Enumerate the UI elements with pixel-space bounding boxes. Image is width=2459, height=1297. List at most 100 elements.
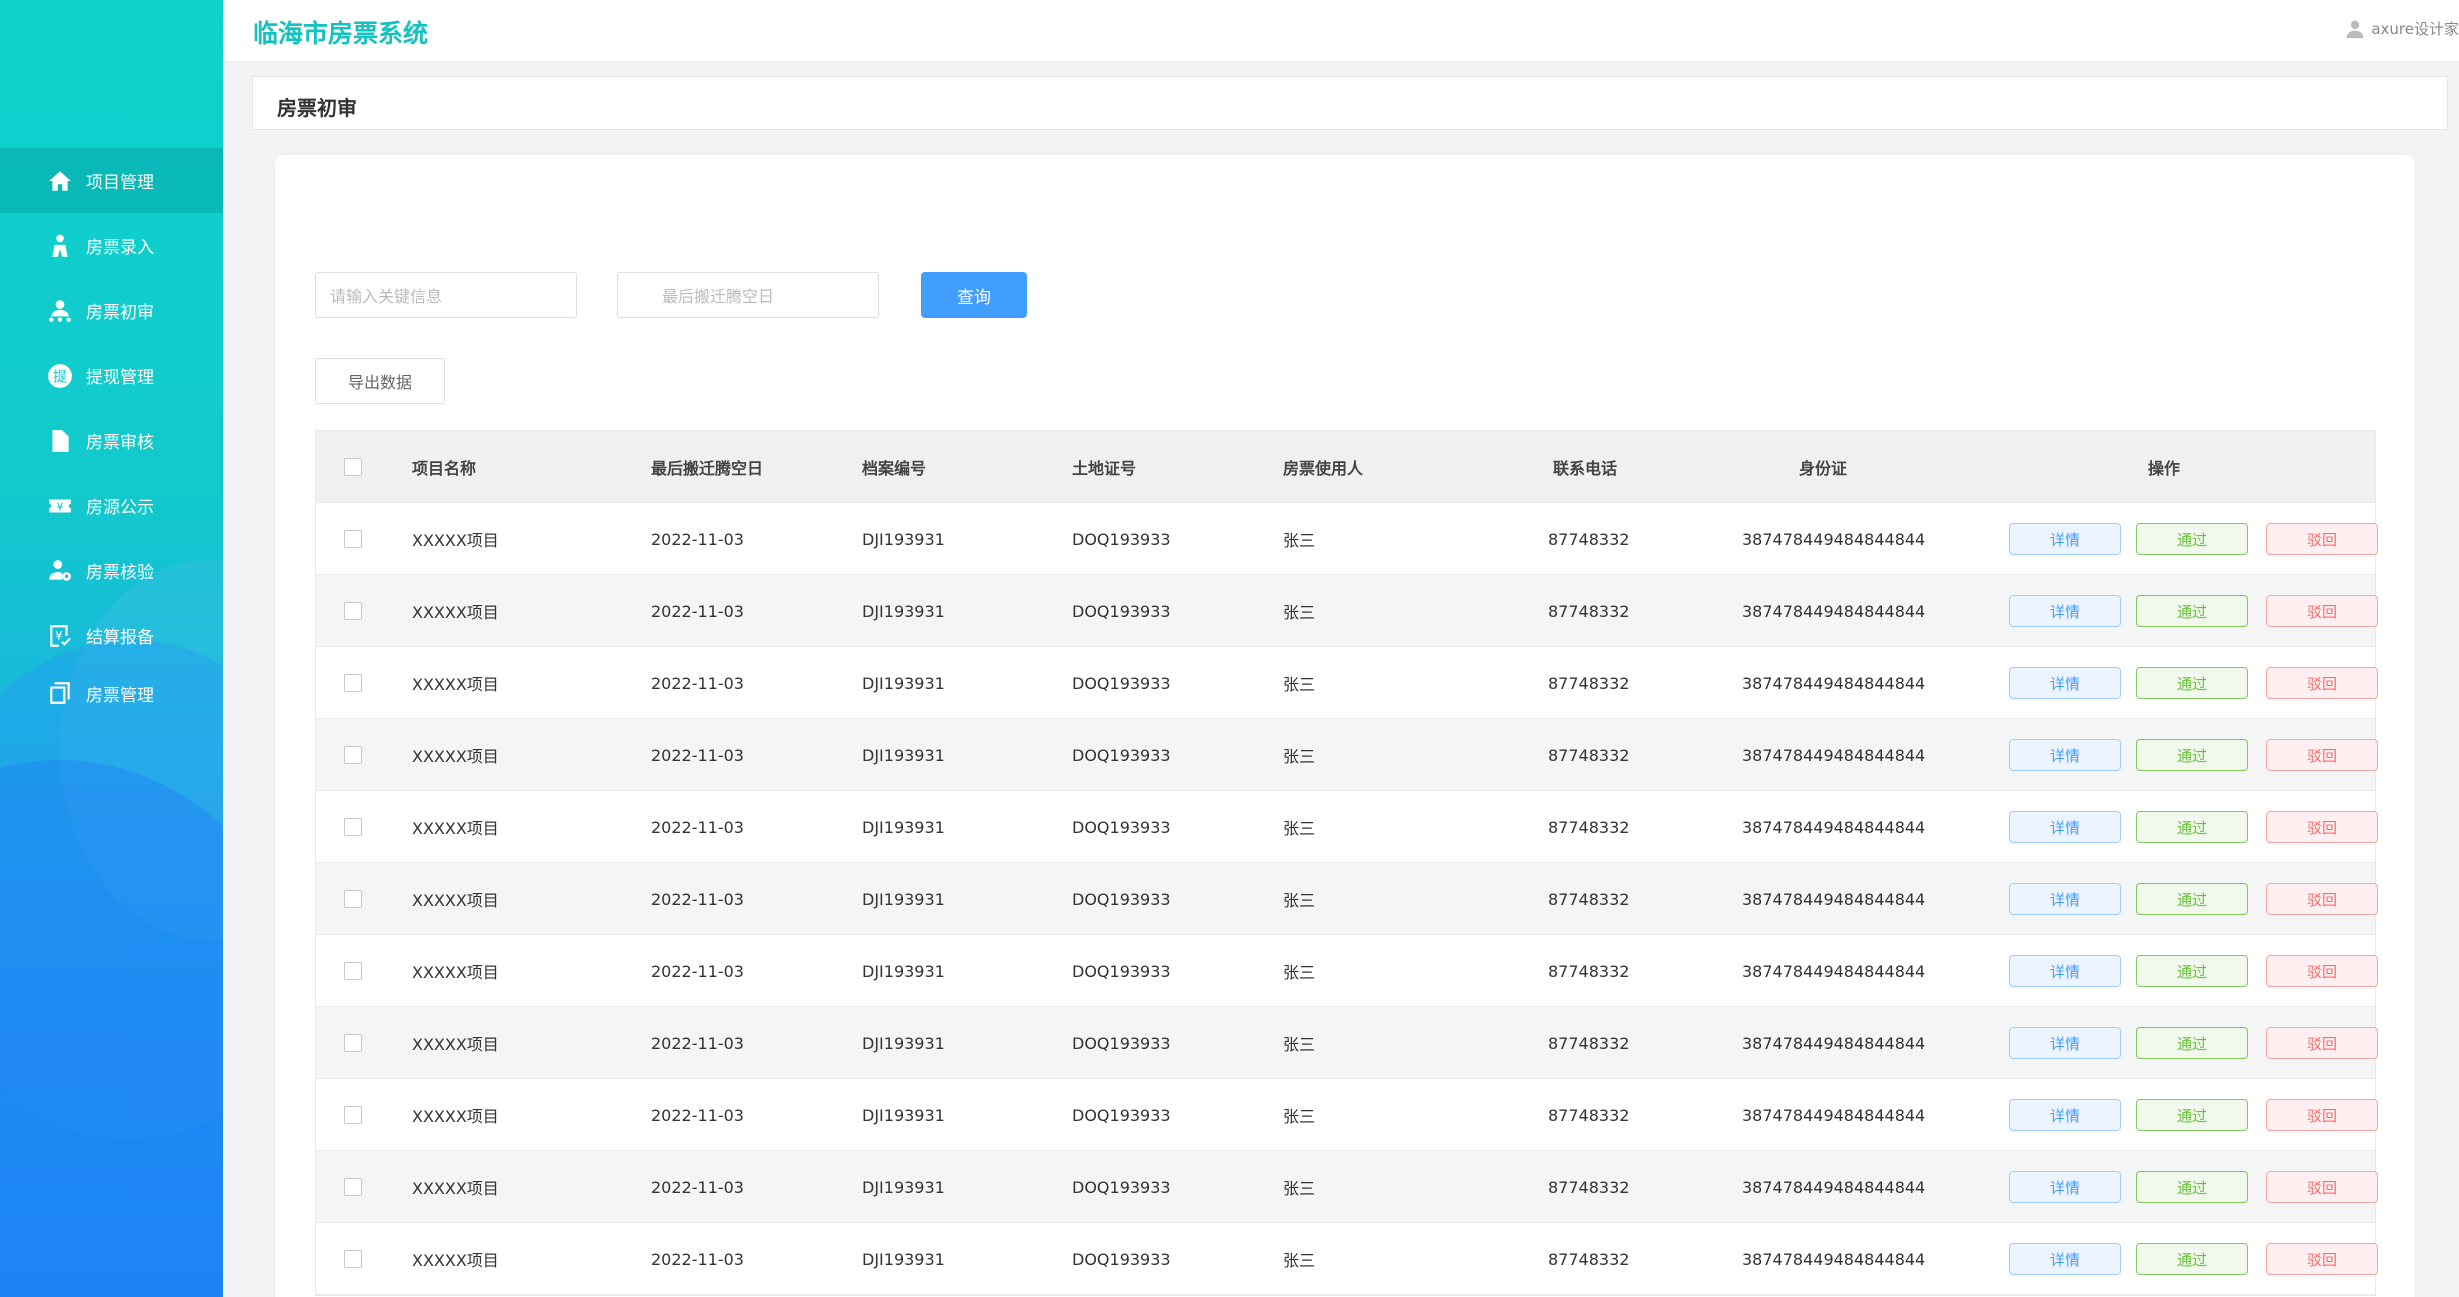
reject-button[interactable]: 驳回 (2266, 1243, 2378, 1275)
sidebar-item-withdraw-management[interactable]: 提 提现管理 (0, 343, 223, 408)
detail-button[interactable]: 详情 (2009, 811, 2121, 843)
cell-archive: DJI193931 (862, 1177, 945, 1197)
row-checkbox[interactable] (344, 602, 362, 620)
pass-button[interactable]: 通过 (2136, 1243, 2248, 1275)
content-card: 请输入关键信息 最后搬迁腾空日 查询 导出数据 项目名称 最后搬迁腾空日 档案编… (275, 155, 2415, 1297)
sidebar-item-ticket-entry[interactable]: 房票录入 (0, 213, 223, 278)
reject-button[interactable]: 驳回 (2266, 667, 2378, 699)
cell-id: 387478449484844844 (1742, 1177, 1926, 1197)
reject-button[interactable]: 驳回 (2266, 883, 2378, 915)
detail-button[interactable]: 详情 (2009, 883, 2121, 915)
sidebar-item-ticket-management[interactable]: 房票管理 (0, 668, 223, 718)
withdraw-icon: 提 (46, 362, 74, 390)
cell-project: XXXXX项目 (412, 1107, 499, 1126)
sidebar-item-ticket-audit[interactable]: 房票审核 (0, 408, 223, 473)
detail-button[interactable]: 详情 (2009, 955, 2121, 987)
cell-land: DOQ193933 (1072, 1033, 1171, 1053)
date-picker-input[interactable]: 最后搬迁腾空日 (617, 272, 879, 318)
query-button[interactable]: 查询 (921, 272, 1027, 318)
detail-button[interactable]: 详情 (2009, 1171, 2121, 1203)
detail-button[interactable]: 详情 (2009, 1243, 2121, 1275)
cell-date: 2022-11-03 (651, 1105, 744, 1125)
reject-button[interactable]: 驳回 (2266, 1171, 2378, 1203)
sidebar-item-housing-publicity[interactable]: ¥ 房源公示 (0, 473, 223, 538)
reject-button[interactable]: 驳回 (2266, 811, 2378, 843)
row-checkbox[interactable] (344, 818, 362, 836)
cell-user: 张三 (1283, 603, 1316, 622)
row-checkbox[interactable] (344, 1250, 362, 1268)
row-select-cell (344, 575, 362, 647)
cell-phone: 87748332 (1548, 601, 1630, 621)
pass-button[interactable]: 通过 (2136, 739, 2248, 771)
row-select-cell (344, 503, 362, 575)
detail-button[interactable]: 详情 (2009, 667, 2121, 699)
cell-date: 2022-11-03 (651, 1033, 744, 1053)
row-checkbox[interactable] (344, 674, 362, 692)
row-checkbox[interactable] (344, 1106, 362, 1124)
table-row: XXXXX项目 2022-11-03 DJI193931 DOQ193933 张三 877… (316, 935, 2378, 1007)
sidebar: 项目管理 房票录入 房票初审 提 提现管理 房票审核 ¥ 房源公示 房票核验 ¥… (0, 0, 223, 1297)
page-title-bar: 房票初审 (252, 76, 2448, 130)
sidebar-item-label: 房票初审 (86, 303, 154, 323)
select-all-checkbox[interactable] (344, 458, 362, 476)
column-header-id: 身份证 (1799, 459, 1848, 478)
row-checkbox[interactable] (344, 1178, 362, 1196)
column-header-actions: 操作 (2148, 459, 2181, 478)
sidebar-item-settlement-report[interactable]: ¥ 结算报备 (0, 603, 223, 668)
export-data-button[interactable]: 导出数据 (315, 358, 445, 404)
reject-button[interactable]: 驳回 (2266, 739, 2378, 771)
reject-button[interactable]: 驳回 (2266, 595, 2378, 627)
row-checkbox[interactable] (344, 746, 362, 764)
reject-button[interactable]: 驳回 (2266, 523, 2378, 555)
pass-button[interactable]: 通过 (2136, 955, 2248, 987)
row-checkbox[interactable] (344, 890, 362, 908)
cell-project: XXXXX项目 (412, 963, 499, 982)
detail-button[interactable]: 详情 (2009, 595, 2121, 627)
table-row: XXXXX项目 2022-11-03 DJI193931 DOQ193933 张三 877… (316, 863, 2378, 935)
person-tie-icon (46, 232, 74, 260)
row-checkbox[interactable] (344, 1034, 362, 1052)
date-placeholder: 最后搬迁腾空日 (662, 287, 775, 306)
cell-project: XXXXX项目 (412, 603, 499, 622)
cell-project: XXXXX项目 (412, 819, 499, 838)
sidebar-item-ticket-verification[interactable]: 房票核验 (0, 538, 223, 603)
pass-button[interactable]: 通过 (2136, 883, 2248, 915)
cell-user: 张三 (1283, 747, 1316, 766)
pass-button[interactable]: 通过 (2136, 1099, 2248, 1131)
cell-date: 2022-11-03 (651, 1249, 744, 1269)
row-select-cell (344, 1079, 362, 1151)
pass-button[interactable]: 通过 (2136, 595, 2248, 627)
cell-land: DOQ193933 (1072, 601, 1171, 621)
ticket-table: 项目名称 最后搬迁腾空日 档案编号 土地证号 房票使用人 联系电话 身份证 操作… (315, 430, 2378, 1296)
pass-button[interactable]: 通过 (2136, 667, 2248, 699)
cell-phone: 87748332 (1548, 745, 1630, 765)
pass-button[interactable]: 通过 (2136, 523, 2248, 555)
sidebar-item-ticket-preliminary-review[interactable]: 房票初审 (0, 278, 223, 343)
reject-button[interactable]: 驳回 (2266, 955, 2378, 987)
reject-button[interactable]: 驳回 (2266, 1099, 2378, 1131)
sidebar-menu: 项目管理 房票录入 房票初审 提 提现管理 房票审核 ¥ 房源公示 房票核验 ¥… (0, 148, 223, 718)
cell-archive: DJI193931 (862, 889, 945, 909)
cell-project: XXXXX项目 (412, 1251, 499, 1270)
pass-button[interactable]: 通过 (2136, 1027, 2248, 1059)
sidebar-item-project-management[interactable]: 项目管理 (0, 148, 223, 213)
cell-user: 张三 (1283, 1107, 1316, 1126)
detail-button[interactable]: 详情 (2009, 1027, 2121, 1059)
detail-button[interactable]: 详情 (2009, 523, 2121, 555)
cell-id: 387478449484844844 (1742, 745, 1926, 765)
row-checkbox[interactable] (344, 962, 362, 980)
select-all-cell (344, 431, 362, 503)
detail-button[interactable]: 详情 (2009, 1099, 2121, 1131)
pass-button[interactable]: 通过 (2136, 811, 2248, 843)
cell-project: XXXXX项目 (412, 1035, 499, 1054)
sidebar-item-label: 房票录入 (86, 238, 154, 258)
cell-phone: 87748332 (1548, 1105, 1630, 1125)
user-menu[interactable]: axure设计家 (2345, 18, 2459, 39)
row-select-cell (344, 647, 362, 719)
cell-phone: 87748332 (1548, 1177, 1630, 1197)
keyword-search-input[interactable]: 请输入关键信息 (315, 272, 577, 318)
reject-button[interactable]: 驳回 (2266, 1027, 2378, 1059)
pass-button[interactable]: 通过 (2136, 1171, 2248, 1203)
detail-button[interactable]: 详情 (2009, 739, 2121, 771)
row-checkbox[interactable] (344, 530, 362, 548)
